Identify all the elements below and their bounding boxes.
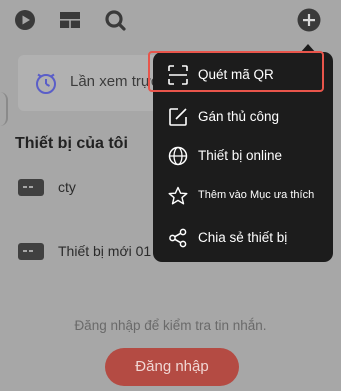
clock-icon bbox=[36, 73, 56, 94]
menu-item-online-devices[interactable]: Thiết bị online bbox=[153, 136, 333, 176]
layout-icon[interactable] bbox=[59, 9, 81, 31]
menu-item-label: Chia sẻ thiết bị bbox=[198, 230, 288, 245]
menu-item-add-favorite[interactable]: Thêm vào Mục ưa thích bbox=[153, 176, 333, 216]
recorder-icon bbox=[18, 179, 44, 196]
device-name: cty bbox=[58, 179, 76, 195]
menu-item-label: Thêm vào Mục ưa thích bbox=[198, 189, 315, 201]
edit-icon bbox=[169, 108, 187, 126]
search-icon[interactable] bbox=[104, 9, 126, 31]
highlight-box bbox=[148, 51, 324, 92]
recorder-icon bbox=[18, 243, 44, 260]
menu-item-manual-add[interactable]: Gán thủ công bbox=[153, 97, 333, 137]
play-icon[interactable] bbox=[14, 9, 36, 31]
menu-item-share-device[interactable]: Chia sẻ thiết bị bbox=[153, 218, 333, 258]
star-icon bbox=[168, 186, 188, 205]
login-button[interactable]: Đăng nhập bbox=[105, 348, 239, 386]
share-icon bbox=[169, 228, 187, 248]
device-name: Thiết bị mới 01 bbox=[58, 243, 152, 259]
add-icon[interactable] bbox=[297, 8, 321, 32]
section-title: Thiết bị của tôi bbox=[15, 135, 128, 152]
top-toolbar bbox=[0, 0, 341, 40]
login-message: Đăng nhập để kiểm tra tin nhắn. bbox=[74, 318, 267, 333]
menu-item-label: Gán thủ công bbox=[198, 109, 280, 124]
globe-icon bbox=[168, 146, 188, 166]
menu-item-label: Thiết bị online bbox=[198, 148, 283, 163]
side-edge-handle bbox=[0, 92, 8, 126]
